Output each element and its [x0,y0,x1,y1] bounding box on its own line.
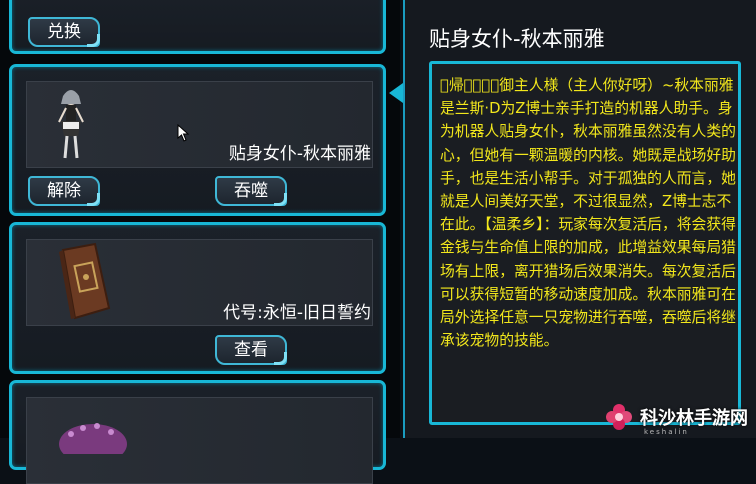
description-box[interactable]:  帰    御主人様（主人你好呀）~秋本丽雅是兰斯·D为Z博士亲手打造的机器人助… [429,61,741,425]
description-text:  帰    御主人様（主人你好呀）~秋本丽雅是兰斯·D为Z博士亲手打造的机器人助… [440,77,736,350]
release-button[interactable]: 解除 [28,176,100,206]
exchange-button[interactable]: 兑换 [28,17,100,47]
creature-icon [59,423,127,454]
item-card-pet [9,380,386,484]
detail-panel: 贴身女仆-秋本丽雅  帰    御主人様（主人你好呀）~秋本丽雅是兰斯·D为Z博… [403,0,756,438]
flower-logo-icon [606,404,632,430]
item-name: 贴身女仆-秋本丽雅 [228,144,371,164]
pointer-arrow [389,83,403,103]
watermark: 科沙林手游网 keshalin [604,400,748,436]
item-card-exchange: 兑换 [9,0,386,54]
view-button[interactable]: 查看 [215,335,287,365]
devour-button[interactable]: 吞噬 [215,176,287,206]
cursor-icon [177,124,190,142]
item-name: 代号:永恒-旧日誓约 [223,303,371,323]
book-icon [59,242,111,320]
watermark-subtext: keshalin [644,428,689,436]
item-preview [26,397,373,484]
watermark-text: 科沙林手游网 [640,408,748,429]
maid-figure-icon [58,90,84,159]
detail-title: 贴身女仆-秋本丽雅 [429,27,605,51]
item-card-book: 代号:永恒-旧日誓约 查看 [9,222,386,374]
item-card-maid: 贴身女仆-秋本丽雅 解除 吞噬 [9,64,386,216]
